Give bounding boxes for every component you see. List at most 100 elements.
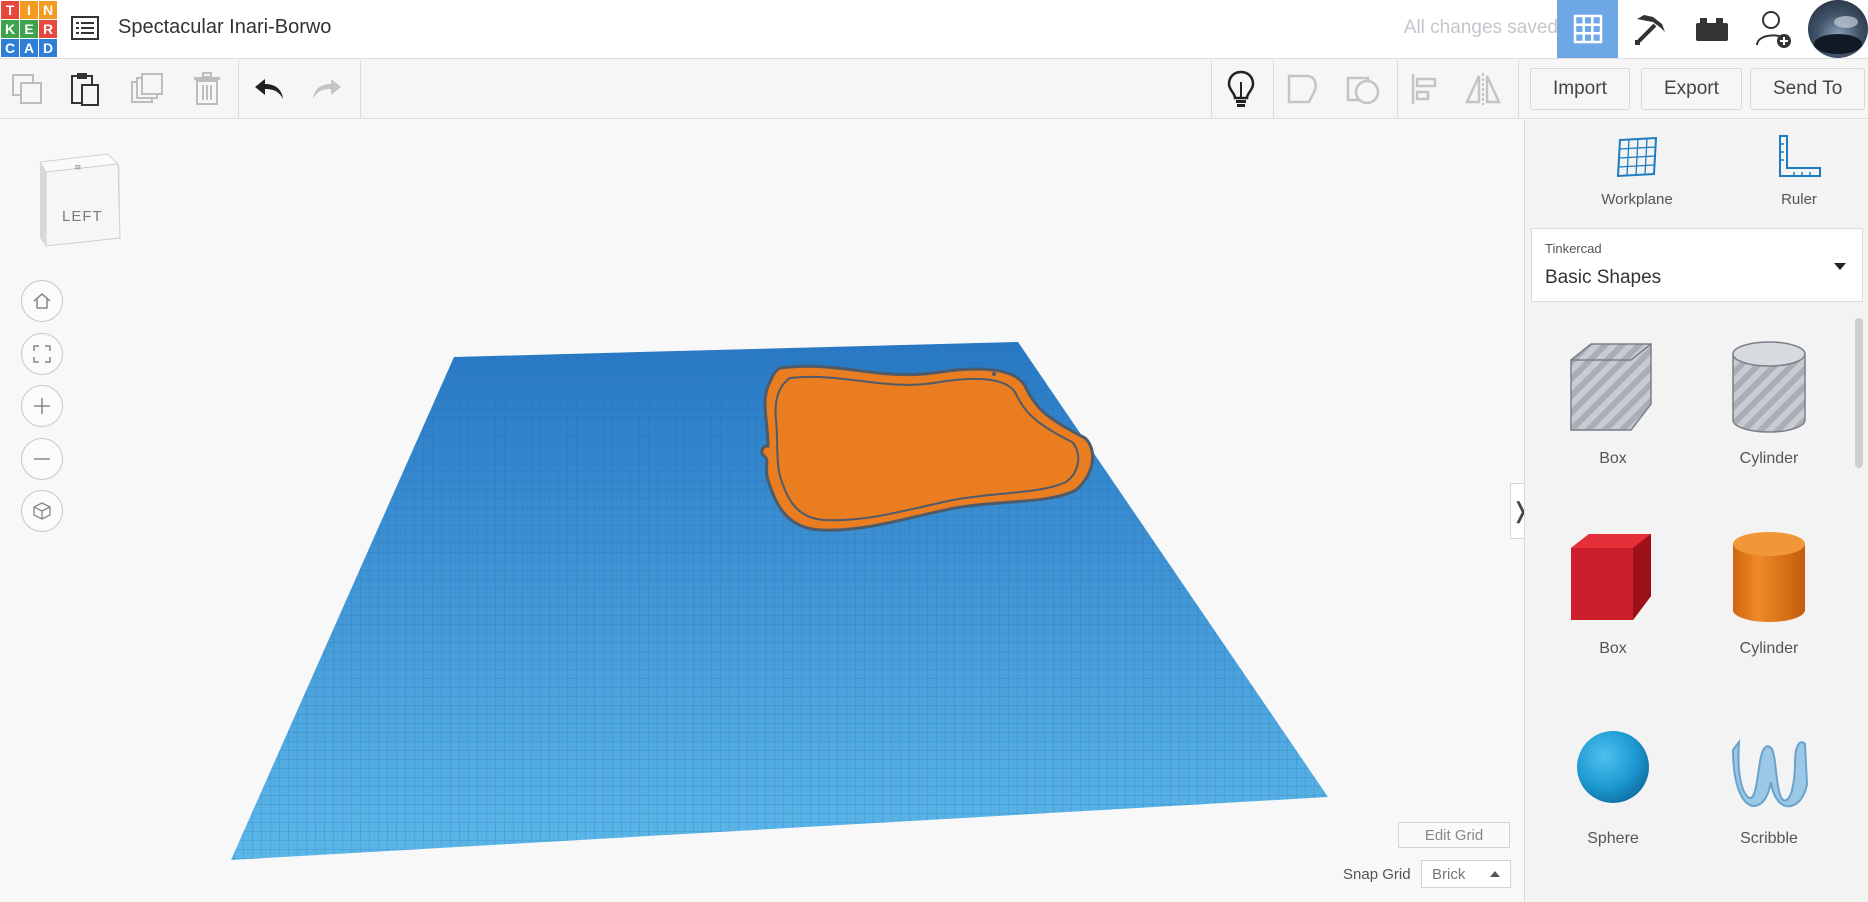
shape-list: Box Cylinder Box Cylinder Sphere Scribbl… bbox=[1525, 318, 1857, 902]
logo-letter: D bbox=[39, 39, 57, 57]
logo-letter: R bbox=[39, 20, 57, 38]
shape-label: Cylinder bbox=[1739, 450, 1799, 467]
copy-button[interactable] bbox=[4, 66, 50, 112]
ungroup-icon bbox=[1346, 76, 1380, 105]
delete-button[interactable] bbox=[184, 66, 230, 112]
cylinder-icon bbox=[1733, 532, 1805, 622]
fit-icon bbox=[33, 345, 51, 363]
home-view-button[interactable] bbox=[21, 280, 63, 322]
caret-down-icon bbox=[1834, 263, 1846, 270]
view-cube-face-label: LEFT bbox=[62, 208, 103, 225]
top-bar: T I N K E R C A D Spectacular Inari-Borw… bbox=[0, 0, 1868, 59]
shape-sphere[interactable]: Sphere bbox=[1543, 712, 1683, 882]
invite-collaborator-button[interactable] bbox=[1743, 0, 1804, 58]
view-cube-icon: ≋ bbox=[39, 153, 121, 247]
lego-bricks-view-button[interactable] bbox=[1681, 0, 1742, 58]
group-icon bbox=[1287, 74, 1317, 104]
align-icon bbox=[1411, 74, 1437, 104]
cylinder-hole-icon bbox=[1732, 341, 1806, 433]
home-icon bbox=[33, 293, 51, 309]
logo-letter: I bbox=[20, 1, 38, 19]
toolbar-divider bbox=[238, 60, 239, 119]
workplane-icon bbox=[1616, 136, 1658, 178]
toolbar-divider bbox=[1518, 60, 1519, 119]
cube-icon bbox=[33, 502, 51, 520]
ruler-tool-label: Ruler bbox=[1781, 191, 1817, 208]
caret-up-icon bbox=[1490, 871, 1500, 877]
3d-viewport[interactable]: ≋ LEFT ❭ Edit Grid Snap Grid Brick bbox=[0, 120, 1530, 902]
shape-list-scrollbar[interactable] bbox=[1855, 318, 1863, 468]
library-source: Tinkercad bbox=[1545, 241, 1602, 256]
duplicate-button[interactable] bbox=[124, 66, 170, 112]
brick-icon bbox=[1695, 18, 1728, 41]
copy-icon bbox=[12, 74, 42, 104]
tinkercad-logo[interactable]: T I N K E R C A D bbox=[0, 0, 57, 57]
duplicate-icon bbox=[131, 73, 163, 103]
export-button[interactable]: Export bbox=[1641, 68, 1742, 110]
shape-box[interactable]: Box bbox=[1543, 522, 1683, 692]
shapes-panel: Workplane Ruler Tinkercad Basic Shapes B… bbox=[1524, 120, 1868, 902]
zoom-out-button[interactable] bbox=[21, 438, 63, 480]
snap-grid-value: Brick bbox=[1432, 865, 1466, 883]
shape-label: Sphere bbox=[1587, 830, 1639, 847]
user-avatar[interactable] bbox=[1808, 0, 1868, 58]
box-hole-icon bbox=[1570, 343, 1652, 431]
workplane-tool[interactable]: Workplane bbox=[1577, 134, 1697, 208]
shape-box-hole[interactable]: Box bbox=[1543, 332, 1683, 502]
design-menu-button[interactable] bbox=[70, 14, 100, 42]
group-button[interactable] bbox=[1280, 66, 1326, 112]
undo-button[interactable] bbox=[246, 66, 292, 112]
minecraft-view-button[interactable] bbox=[1619, 0, 1680, 58]
toolbar-divider bbox=[1211, 60, 1212, 119]
save-status: All changes saved bbox=[1403, 17, 1558, 38]
shape-cylinder-hole[interactable]: Cylinder bbox=[1699, 332, 1839, 502]
logo-letter: E bbox=[20, 20, 38, 38]
workplane-scene[interactable] bbox=[0, 120, 1524, 902]
ruler-icon bbox=[1779, 135, 1821, 177]
view-cube[interactable]: ≋ LEFT bbox=[36, 150, 122, 256]
snap-grid-label: Snap Grid bbox=[1343, 866, 1411, 883]
undo-icon bbox=[255, 79, 283, 99]
shape-library-select[interactable]: Tinkercad Basic Shapes bbox=[1531, 228, 1863, 302]
3d-design-view-button[interactable] bbox=[1557, 0, 1618, 58]
pickaxe-icon bbox=[1634, 15, 1665, 45]
design-title[interactable]: Spectacular Inari-Borwo bbox=[118, 16, 331, 39]
redo-button[interactable] bbox=[304, 66, 350, 112]
mirror-button[interactable] bbox=[1460, 66, 1506, 112]
ruler-tool[interactable]: Ruler bbox=[1739, 134, 1859, 208]
edit-grid-button[interactable]: Edit Grid bbox=[1398, 822, 1510, 848]
shape-label: Box bbox=[1599, 450, 1627, 467]
toolbar-divider bbox=[1397, 60, 1398, 119]
import-button[interactable]: Import bbox=[1530, 68, 1630, 110]
logo-letter: C bbox=[1, 39, 19, 57]
trash-icon bbox=[194, 72, 220, 105]
workplane-tool-label: Workplane bbox=[1601, 191, 1673, 208]
library-name: Basic Shapes bbox=[1545, 267, 1662, 288]
shape-label: Cylinder bbox=[1739, 640, 1799, 657]
minus-icon bbox=[34, 458, 50, 460]
perspective-toggle-button[interactable] bbox=[21, 490, 63, 532]
zoom-in-button[interactable] bbox=[21, 385, 63, 427]
shape-label: Box bbox=[1599, 640, 1627, 657]
lightbulb-icon bbox=[1227, 70, 1255, 107]
logo-letter: A bbox=[20, 39, 38, 57]
ungroup-button[interactable] bbox=[1340, 66, 1386, 112]
edit-toolbar: Import Export Send To bbox=[0, 60, 1868, 119]
plus-icon bbox=[34, 398, 50, 414]
paste-button[interactable] bbox=[62, 66, 108, 112]
svg-text:≋: ≋ bbox=[74, 162, 82, 172]
scribble-icon bbox=[1731, 738, 1809, 808]
shape-scribble[interactable]: Scribble bbox=[1699, 712, 1839, 882]
logo-letter: T bbox=[1, 1, 19, 19]
fit-view-button[interactable] bbox=[21, 333, 63, 375]
mirror-icon bbox=[1465, 73, 1501, 105]
add-user-icon bbox=[1755, 11, 1791, 48]
redo-icon bbox=[313, 79, 341, 99]
snap-grid-select[interactable]: Brick bbox=[1421, 860, 1511, 888]
shape-label: Scribble bbox=[1740, 830, 1798, 847]
shape-cylinder[interactable]: Cylinder bbox=[1699, 522, 1839, 692]
notes-button[interactable] bbox=[1218, 66, 1264, 112]
grid-icon bbox=[1573, 14, 1602, 44]
send-to-button[interactable]: Send To bbox=[1750, 68, 1866, 110]
align-button[interactable] bbox=[1401, 66, 1447, 112]
